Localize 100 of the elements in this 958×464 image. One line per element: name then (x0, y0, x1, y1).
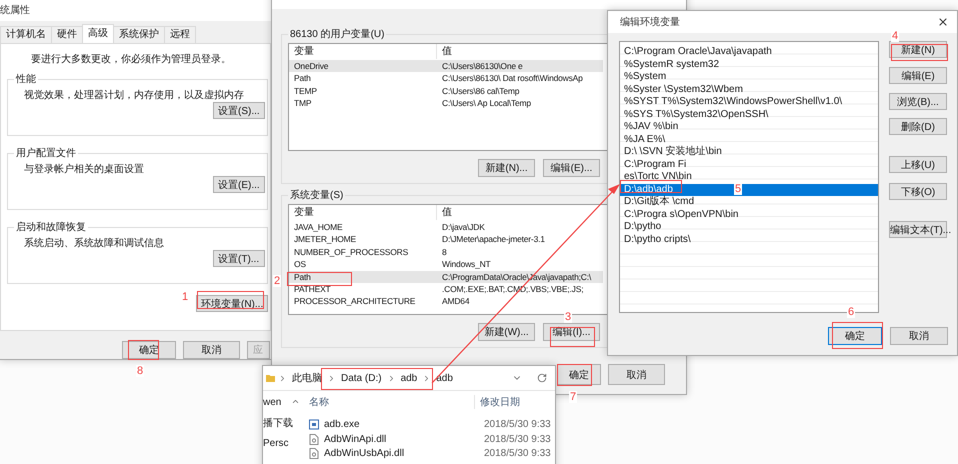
path-item[interactable]: C:\Progra s\OpenVPN\bin (620, 208, 878, 221)
navigation-item[interactable]: wen (263, 397, 301, 408)
dialog-button[interactable]: 确定 (122, 341, 176, 359)
breadcrumb-item[interactable]: Data (D:) (339, 372, 384, 384)
refresh-icon[interactable] (537, 373, 547, 383)
window-title: 编辑环境变量 (620, 16, 680, 29)
column-header: 变量 (289, 44, 437, 59)
column-header: 变量 (289, 205, 437, 220)
variable-row[interactable]: PROCESSOR_ARCHITECTURE AMD64 (289, 295, 603, 308)
dialog-button[interactable]: 取消 (608, 364, 665, 385)
tab[interactable]: 高级 (82, 24, 114, 43)
path-item[interactable]: C:\Program Oracle\Java\javapath (620, 46, 878, 58)
breadcrumb-item[interactable]: adb (434, 372, 455, 384)
file-name[interactable]: AdbWinUsbApi.dll (324, 448, 484, 460)
group-label: 用户配置文件 (15, 146, 77, 160)
path-item[interactable]: %JA E%\ (620, 134, 878, 146)
dialog-button[interactable]: 确定 (828, 327, 882, 345)
step-number: 1 (181, 291, 190, 303)
settings-button[interactable]: 设置(E)... (213, 176, 265, 193)
side-button[interactable]: 编辑(E) (889, 67, 947, 84)
highlight-frame (891, 44, 948, 61)
path-item[interactable]: %SYS T%\System32\OpenSSH\ (620, 108, 878, 121)
side-button[interactable]: 浏览(B)... (889, 93, 947, 110)
path-item[interactable]: %SystemR system32 (620, 58, 878, 71)
group-description: 与登录帐户相关的桌面设置 (24, 162, 145, 176)
highlight-frame (550, 327, 595, 347)
file-date: 2018/5/30 9:33 (484, 448, 551, 460)
list-button[interactable]: 新建(W)... (478, 323, 535, 341)
group-label: 86130 的用户变量(U) (289, 28, 386, 41)
highlight-frame (287, 272, 352, 286)
variable-row[interactable]: TEMP C:\Users\86 cal\Temp (289, 84, 603, 98)
breadcrumb-item[interactable]: 此电脑 (290, 371, 324, 385)
group-label: 启动和故障恢复 (15, 220, 87, 234)
close-icon[interactable] (937, 16, 949, 28)
path-item[interactable]: C:\Program Fi (620, 158, 878, 171)
highlight-frame (832, 322, 883, 349)
step-number: 8 (136, 365, 144, 377)
chevron-icon (327, 374, 336, 382)
tab[interactable]: 远程 (164, 26, 196, 43)
highlight-frame (197, 291, 264, 309)
tab[interactable]: 计算机名 (0, 26, 52, 43)
path-item[interactable]: D:\ \SVN 安装地址\bin (620, 146, 878, 158)
column-header: 值 (441, 206, 452, 220)
step-number: 3 (564, 311, 572, 323)
group-label: 系统变量(S) (289, 188, 344, 202)
step-number: 5 (734, 183, 742, 195)
step-number: 7 (569, 391, 578, 403)
environment-variables-button[interactable]: 环境变量(N)... (196, 295, 268, 312)
file-date: 2018/5/30 9:33 (484, 434, 551, 445)
path-item[interactable]: %SYST T%\System32\WindowsPowerShell\v1.0\ (620, 96, 878, 108)
variable-row[interactable]: JMETER_HOME D:\JMeter\apache-jmeter-3.1 (289, 233, 603, 246)
group-description: 系统启动、系统故障和调试信息 (24, 236, 165, 250)
application-icon (309, 419, 319, 430)
variable-row[interactable]: JAVA_HOME D:\java\JDK (289, 221, 603, 234)
folder-icon (266, 374, 275, 382)
breadcrumb-item[interactable]: adb (398, 372, 420, 384)
path-item[interactable]: D:\pytho (620, 221, 878, 234)
variable-row[interactable]: OneDrive C:\Users\86130\One e (289, 60, 603, 72)
navigation-item[interactable]: Persc (263, 438, 301, 449)
settings-button[interactable]: 设置(T)... (213, 250, 265, 267)
dialog-button[interactable]: 取消 (183, 341, 240, 359)
window-title: 统属性 (0, 4, 30, 17)
settings-button[interactable]: 设置(S)... (213, 102, 265, 119)
scroll-up-icon[interactable] (291, 397, 300, 406)
variable-row[interactable]: TMP C:\Users\ Ap Local\Temp (289, 97, 603, 110)
file-name[interactable]: AdbWinApi.dll (324, 434, 484, 445)
group-label: 性能 (14, 72, 37, 86)
path-item[interactable]: %System (620, 71, 878, 84)
column-header: 值 (441, 45, 452, 59)
highlight-frame (128, 340, 159, 360)
variable-row[interactable]: OS Windows_NT (289, 258, 603, 271)
path-item[interactable]: %Syster \System32\Wbem (620, 84, 878, 96)
column-header[interactable]: 修改日期 (480, 395, 520, 410)
side-button[interactable]: 新建(N) (889, 41, 947, 58)
navigation-item[interactable]: 播下载 (263, 416, 301, 430)
variable-row[interactable]: Path C:\Users\86130\ Dat rosoft\WindowsAp (289, 72, 603, 85)
step-number: 6 (847, 306, 856, 318)
file-icon (309, 434, 319, 445)
list-button[interactable]: 编辑(E)... (543, 159, 600, 177)
chevron-icon (278, 374, 287, 382)
side-button[interactable]: 下移(O) (889, 183, 947, 200)
file-icon (309, 448, 319, 460)
side-button[interactable]: 上移(U) (889, 156, 947, 173)
variable-row[interactable]: NUMBER_OF_PROCESSORS 8 (289, 246, 603, 258)
highlight-frame (557, 364, 592, 386)
dialog-button[interactable]: 取消 (890, 327, 948, 345)
highlight-frame (620, 180, 682, 193)
path-item[interactable]: D:\Git版本 \cmd (620, 196, 878, 208)
step-number: 2 (273, 275, 282, 287)
column-header[interactable]: 名称 (309, 395, 475, 410)
file-name[interactable]: adb.exe (324, 419, 484, 430)
path-item[interactable]: %JAV %\bin (620, 121, 878, 134)
group-description: 视觉效果，处理器计划，内存使用，以及虚拟内存 (24, 88, 245, 102)
list-button[interactable]: 新建(N)... (478, 159, 535, 177)
path-item[interactable]: D:\pytho cripts\ (620, 234, 878, 246)
notice-text: 要进行大多数更改，你必须作为管理员登录。 (31, 52, 232, 66)
side-button[interactable]: 删除(D) (889, 118, 947, 135)
path-item[interactable]: es\Tortc VN\bin (620, 171, 878, 184)
dialog-button[interactable]: 确定 (557, 364, 601, 385)
file-date: 2018/5/30 9:33 (484, 419, 551, 430)
